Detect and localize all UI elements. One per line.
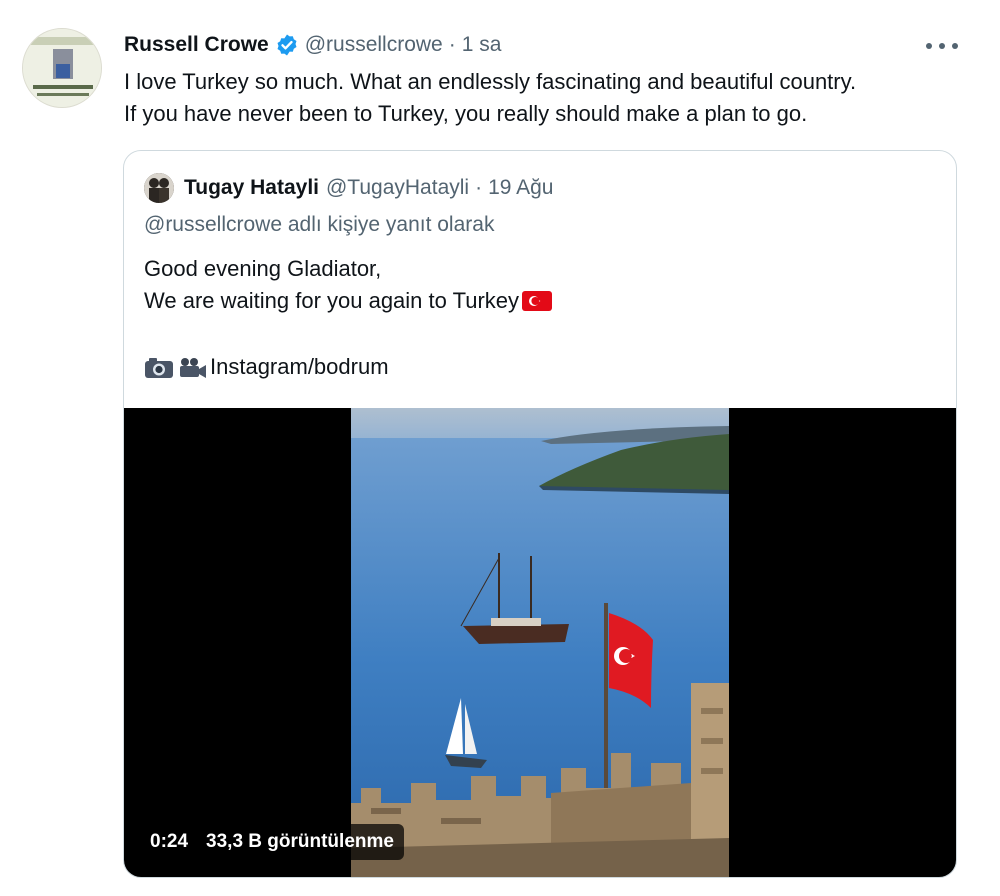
- video-duration: 0:24: [150, 831, 189, 852]
- quoted-text-line-1: Good evening Gladiator,: [144, 256, 382, 281]
- quoted-tweet[interactable]: Tugay Hatayli @TugayHatayli · 19 Ağu @ru…: [123, 150, 957, 878]
- credit-text: Instagram/bodrum: [210, 354, 389, 379]
- quoted-tweet-timestamp[interactable]: 19 Ağu: [488, 176, 553, 200]
- video-camera-emoji: [177, 356, 207, 378]
- video-views: 33,3 B görüntülenme: [206, 831, 394, 852]
- tweet-text-line: If you have never been to Turkey, you re…: [124, 101, 808, 126]
- tweet-text-line: I love Turkey so much. What an endlessly…: [124, 69, 857, 94]
- tweet[interactable]: Russell Crowe @russellcrowe · 1 sa I lov…: [0, 0, 1000, 896]
- tweet-text: I love Turkey so much. What an endlessly…: [124, 66, 984, 130]
- tweet-header: Russell Crowe @russellcrowe · 1 sa: [124, 30, 501, 60]
- quoted-text-line: Good evening Gladiator,: [144, 253, 552, 285]
- credit-line: Instagram/bodrum: [144, 351, 552, 383]
- quoted-author-handle[interactable]: @TugayHatayli: [326, 176, 469, 200]
- quoted-text-line-2: We are waiting for you again to Turkey: [144, 288, 520, 313]
- quoted-tweet-text: Good evening Gladiator, We are waiting f…: [144, 253, 553, 383]
- camera-emoji: [144, 356, 174, 378]
- tweet-timestamp[interactable]: 1 sa: [462, 33, 502, 57]
- video-player[interactable]: 0:24 33,3 B görüntülenme: [124, 408, 956, 877]
- verified-badge-icon: [275, 33, 299, 57]
- separator-dot: ·: [448, 33, 456, 56]
- quoted-author-name[interactable]: Tugay Hatayli: [184, 176, 319, 200]
- author-name[interactable]: Russell Crowe: [124, 33, 269, 57]
- reply-context[interactable]: @russellcrowe adlı kişiye yanıt olarak: [144, 213, 494, 237]
- separator-dot: ·: [475, 176, 483, 199]
- video-thumbnail: [351, 408, 729, 877]
- quoted-tweet-header: Tugay Hatayli @TugayHatayli · 19 Ağu: [144, 173, 553, 203]
- quoted-text-line: We are waiting for you again to Turkey: [144, 285, 553, 317]
- author-handle[interactable]: @russellcrowe: [305, 33, 443, 57]
- quoted-author-avatar[interactable]: [144, 173, 174, 203]
- turkey-flag-emoji: [522, 291, 553, 311]
- video-info-overlay: 0:24 33,3 B görüntülenme: [140, 824, 404, 860]
- author-avatar[interactable]: [22, 28, 102, 108]
- more-options-icon[interactable]: [926, 34, 958, 58]
